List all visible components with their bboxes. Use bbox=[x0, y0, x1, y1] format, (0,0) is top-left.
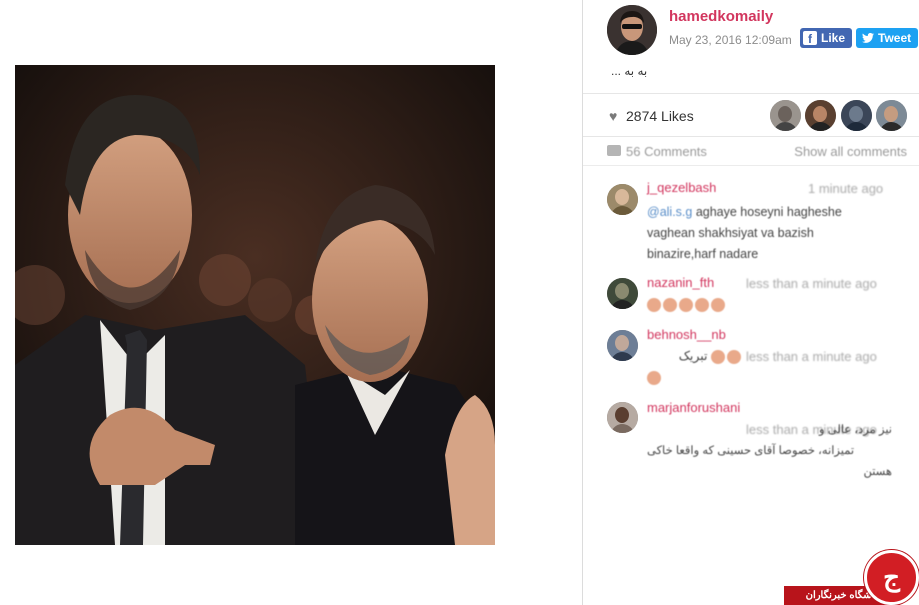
comment-line: تبریک bbox=[678, 349, 708, 363]
facebook-like-button[interactable]: f Like bbox=[800, 28, 852, 48]
logo-mark: ج bbox=[864, 550, 919, 605]
author-username[interactable]: hamedkomaily bbox=[669, 8, 773, 25]
comment-line: نیز مرد، عالی و bbox=[819, 424, 892, 436]
post-caption: به به ... bbox=[611, 64, 648, 78]
photo-image bbox=[15, 65, 495, 545]
clap-emoji-icon bbox=[663, 297, 677, 312]
commenter-username[interactable]: behnosh__nb bbox=[647, 327, 726, 342]
comment-emojis bbox=[647, 294, 727, 315]
comment-line: aghaye hoseyni hagheshe bbox=[695, 205, 842, 219]
commenter-avatar[interactable] bbox=[607, 402, 638, 433]
clap-emoji-icon bbox=[647, 370, 661, 385]
comment-line: هستن bbox=[863, 466, 892, 478]
ok-hand-emoji-icon bbox=[711, 297, 725, 312]
comment-text: نیز مرد، عالی و تمیزانه، خصوصا آقای حسین… bbox=[647, 420, 892, 483]
comment-mention[interactable]: @ali.s.g bbox=[647, 205, 692, 219]
comment-emojis bbox=[647, 367, 663, 388]
comment-line: تمیزانه، خصوصا آقای حسینی که واقعا خاکی bbox=[647, 445, 855, 457]
post-date: May 23, 2016 12:09am bbox=[669, 33, 792, 47]
ok-hand-emoji-icon bbox=[727, 349, 741, 364]
tweet-button[interactable]: Tweet bbox=[856, 28, 918, 48]
liker-avatar[interactable] bbox=[770, 100, 801, 131]
comments-count: 56 Comments bbox=[626, 144, 707, 159]
clap-emoji-icon bbox=[647, 297, 661, 312]
tweet-label: Tweet bbox=[878, 31, 912, 45]
twitter-bird-icon bbox=[862, 33, 874, 43]
liker-avatar[interactable] bbox=[805, 100, 836, 131]
comment-icon bbox=[607, 145, 621, 156]
news-agency-logo: باشگاه خبرنگاران ج bbox=[784, 548, 919, 605]
clap-emoji-icon bbox=[679, 297, 693, 312]
ok-hand-emoji-icon bbox=[711, 349, 725, 364]
comments-header: 56 Comments Show all comments bbox=[583, 138, 919, 166]
liker-avatar[interactable] bbox=[841, 100, 872, 131]
commenter-avatar[interactable] bbox=[607, 184, 638, 215]
comment-text: تبریک bbox=[647, 346, 743, 367]
author-avatar[interactable] bbox=[607, 5, 657, 55]
commenter-username[interactable]: nazanin_fth bbox=[647, 275, 714, 290]
post-sidebar: hamedkomaily May 23, 2016 12:09am f Like… bbox=[582, 0, 919, 605]
heart-icon: ♥ bbox=[609, 108, 618, 124]
commenter-avatar[interactable] bbox=[607, 330, 638, 361]
likes-row: ♥ 2874 Likes bbox=[583, 93, 919, 137]
comment-text: @ali.s.g aghaye hoseyni hagheshe vaghean… bbox=[647, 202, 887, 265]
comment-line: vaghean shakhsiyat va bazish bbox=[647, 226, 814, 240]
facebook-like-label: Like bbox=[821, 31, 846, 45]
commenter-username[interactable]: marjanforushani bbox=[647, 400, 740, 415]
clap-emoji-icon bbox=[695, 297, 709, 312]
likes-count[interactable]: 2874 Likes bbox=[626, 108, 694, 124]
comment-time: less than a minute ago bbox=[746, 349, 877, 364]
commenter-username[interactable]: j_qezelbash bbox=[647, 180, 716, 195]
commenter-avatar[interactable] bbox=[607, 278, 638, 309]
post-header: hamedkomaily May 23, 2016 12:09am f Like… bbox=[583, 0, 919, 92]
post-photo[interactable] bbox=[15, 65, 495, 545]
facebook-icon: f bbox=[803, 31, 817, 45]
show-all-comments-link[interactable]: Show all comments bbox=[794, 144, 907, 159]
comment-time: 1 minute ago bbox=[808, 181, 884, 196]
liker-avatar[interactable] bbox=[876, 100, 907, 131]
comment-time: less than a minute ago bbox=[746, 276, 877, 291]
comment-line: binazire,harf nadare bbox=[647, 247, 759, 261]
